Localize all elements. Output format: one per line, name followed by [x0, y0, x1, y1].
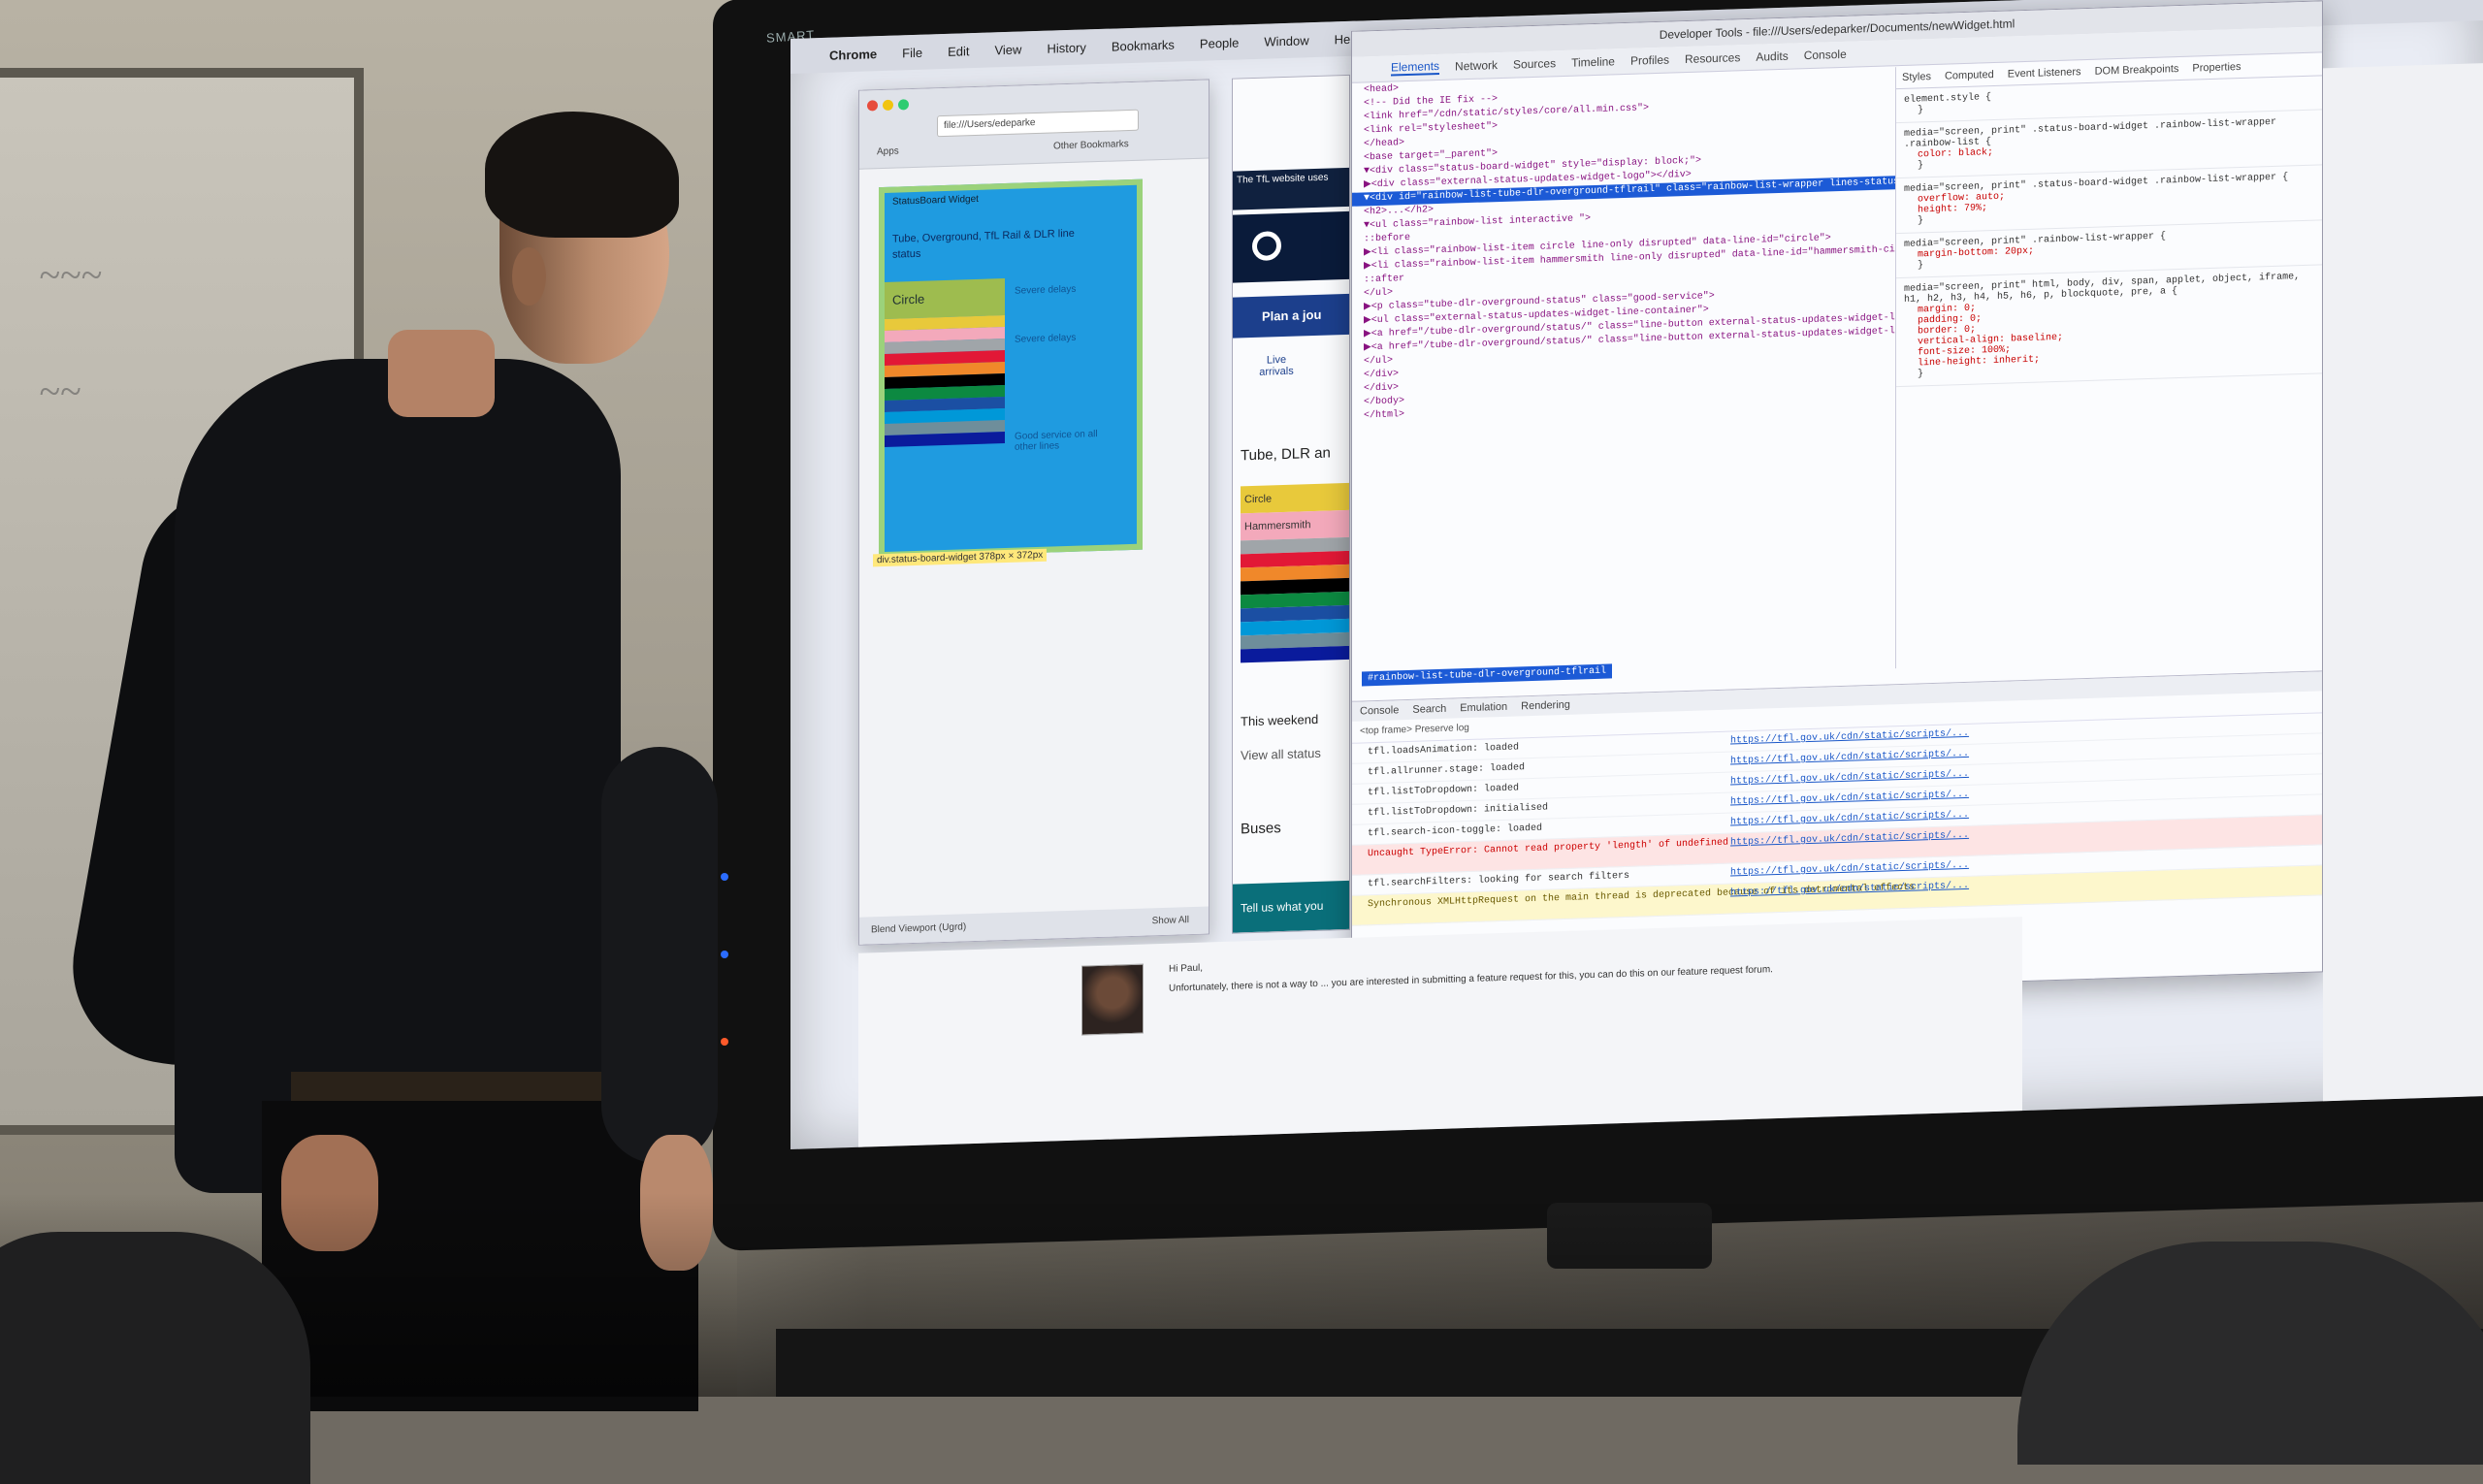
zoom-button[interactable]: [898, 99, 909, 111]
elements-panel[interactable]: <head> <!-- Did the IE fix --> <link hre…: [1352, 67, 1895, 686]
tfl-line-row[interactable]: Hammersmith: [1241, 509, 1349, 541]
avatar: [1081, 963, 1144, 1036]
devtools-tab[interactable]: Resources: [1685, 50, 1740, 66]
console-message-text: tfl.searchFilters: looking for search fi…: [1368, 870, 1630, 890]
console-tab[interactable]: Console: [1360, 704, 1399, 717]
console-message-text: tfl.listToDropdown: loaded: [1368, 783, 1520, 799]
buses-heading: Buses: [1241, 820, 1281, 838]
menu-item[interactable]: View: [994, 42, 1021, 57]
line-stripes: [885, 315, 1005, 532]
tfl-logo[interactable]: [1233, 210, 1349, 283]
person-neck: [388, 330, 495, 417]
menu-item[interactable]: History: [1047, 40, 1085, 55]
footer-left-label: Blend Viewport (Ugrd): [871, 921, 967, 936]
person-right-arm: [601, 747, 718, 1164]
widget-subtitle: Tube, Overground, TfL Rail & DLR line st…: [892, 227, 1075, 261]
devtools-tab[interactable]: Network: [1455, 58, 1498, 73]
view-all-status-link[interactable]: View all status: [1241, 746, 1321, 763]
styles-tab[interactable]: Properties: [2192, 61, 2241, 75]
devtools-tab[interactable]: Audits: [1756, 49, 1788, 64]
devtools-tab[interactable]: Console: [1804, 48, 1847, 62]
code-editor-window: [2323, 63, 2483, 1102]
apps-bookmark[interactable]: Apps: [877, 145, 899, 157]
console-log-list: tfl.loadsAnimation: loaded https://tfl.go…: [1352, 713, 2322, 926]
line-status-text: Severe delays: [1015, 332, 1077, 345]
display-screen: Chrome File Edit View History Bookmarks People…: [790, 0, 2483, 1150]
styles-panel: Styles Computed Event Listeners DOM Breakpo…: [1895, 53, 2323, 669]
tfl-roundel-icon: [1252, 231, 1281, 262]
console-tab[interactable]: Rendering: [1521, 699, 1570, 713]
live-arrivals-link[interactable]: Live arrivals: [1252, 353, 1301, 378]
menu-item[interactable]: Window: [1264, 33, 1308, 48]
line-row-circle[interactable]: Circle: [885, 278, 1005, 319]
line-status-text: Severe delays: [1015, 283, 1077, 297]
line-status-text: Good service on all other lines: [1015, 429, 1098, 453]
line-stripe[interactable]: [885, 432, 1005, 447]
tfl-line-row[interactable]: [1241, 645, 1349, 663]
menu-item[interactable]: People: [1200, 35, 1239, 50]
plan-journey-button[interactable]: Plan a jou: [1233, 293, 1349, 339]
minimize-button[interactable]: [883, 99, 893, 112]
browser-footer: Blend Viewport (Ugrd) Show All: [859, 906, 1209, 945]
close-button[interactable]: [867, 100, 878, 112]
console-message-text: tfl.search-icon-toggle: loaded: [1368, 823, 1543, 840]
feedback-button[interactable]: Tell us what you: [1233, 880, 1349, 933]
devtools-tab[interactable]: Sources: [1513, 56, 1556, 71]
browser-window-tfl: The TfL website uses Plan a jou Live arr…: [1232, 74, 1350, 934]
styles-tab[interactable]: DOM Breakpoints: [2095, 63, 2179, 78]
chair-back: [0, 1232, 310, 1484]
other-bookmarks[interactable]: Other Bookmarks: [1053, 139, 1129, 151]
devtools-tab[interactable]: Profiles: [1630, 53, 1669, 68]
widget-title: StatusBoard Widget: [892, 193, 979, 208]
console-tab[interactable]: Search: [1412, 703, 1446, 716]
tfl-line-list: Circle Hammersmith: [1241, 482, 1349, 663]
devtools-window: Developer Tools - file:///Users/edeparke…: [1351, 0, 2323, 1003]
console-message-text: tfl.allrunner.stage: loaded: [1368, 762, 1526, 779]
styles-tab[interactable]: Computed: [1945, 69, 1994, 82]
whiteboard-scribble: ~~: [39, 370, 81, 413]
styles-tab[interactable]: Styles: [1902, 71, 1931, 83]
show-all-link[interactable]: Show All: [1152, 907, 1189, 935]
weekend-tab[interactable]: This weekend: [1241, 712, 1318, 729]
menu-item[interactable]: Edit: [948, 44, 969, 59]
browser-window-widget: file:///Users/edeparke Apps Other Bookma…: [858, 79, 1209, 946]
styles-tab[interactable]: Event Listeners: [2008, 66, 2081, 80]
person-torso: [175, 359, 621, 1193]
menu-item[interactable]: Bookmarks: [1112, 37, 1175, 53]
status-board-widget: StatusBoard Widget Tube, Overground, TfL…: [879, 178, 1143, 559]
devtools-tab[interactable]: Timeline: [1571, 54, 1615, 69]
cookie-banner: The TfL website uses: [1233, 167, 1349, 210]
menu-item[interactable]: Chrome: [829, 47, 877, 63]
address-bar[interactable]: file:///Users/edeparke: [937, 109, 1139, 138]
whiteboard-scribble: ~~~: [39, 253, 102, 297]
person-ear: [512, 247, 546, 306]
person-hair: [485, 112, 679, 238]
style-rules: element.style {} media="screen, print" .s…: [1896, 76, 2323, 388]
support-page: Hi Paul, Unfortunately, there is not a w…: [858, 917, 2022, 1147]
devtools-tab[interactable]: Elements: [1391, 58, 1440, 77]
style-rule: media="screen, print" html, body, div, s…: [1896, 265, 2323, 388]
browser-chrome: file:///Users/edeparke Apps Other Bookma…: [859, 80, 1209, 170]
tfl-line-row[interactable]: Circle: [1241, 482, 1349, 514]
console-tab[interactable]: Emulation: [1460, 701, 1507, 715]
support-message: Hi Paul, Unfortunately, there is not a w…: [1169, 942, 1848, 996]
status-heading: Tube, DLR an: [1241, 444, 1331, 465]
console-message-text: tfl.loadsAnimation: loaded: [1368, 742, 1520, 758]
console-message-text: tfl.listToDropdown: initialised: [1368, 802, 1549, 820]
menu-item[interactable]: File: [902, 45, 922, 60]
